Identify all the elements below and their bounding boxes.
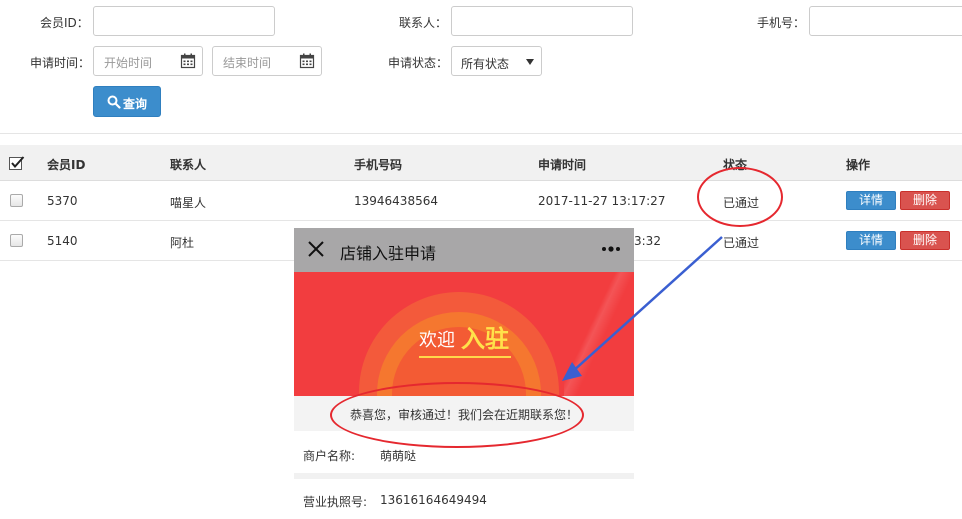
header-phone: 手机号码	[354, 158, 403, 172]
phone-input[interactable]	[809, 6, 962, 36]
select-all-checkbox[interactable]	[9, 156, 25, 171]
welcome-banner: 欢迎 入驻	[294, 272, 634, 396]
phone-label: 手机号：	[757, 16, 806, 30]
detail-button[interactable]: 详情	[846, 191, 896, 210]
header-member-id: 会员ID	[47, 158, 86, 172]
status-filter-label: 申请状态：	[388, 56, 449, 70]
delete-button[interactable]: 删除	[900, 191, 950, 210]
detail-button[interactable]: 详情	[846, 231, 896, 250]
end-date-placeholder: 结束时间	[223, 56, 272, 70]
cell-apply-time: 3:32	[634, 234, 661, 248]
banner-underline	[419, 356, 511, 358]
more-icon[interactable]	[601, 245, 621, 253]
start-date-placeholder: 开始时间	[104, 56, 153, 70]
cell-member-id: 5370	[47, 194, 78, 208]
chevron-down-icon	[526, 59, 534, 65]
phone-title-bar: 店铺入驻申请	[294, 228, 634, 272]
start-date-input[interactable]: 开始时间	[93, 46, 203, 76]
row-checkbox[interactable]	[10, 194, 23, 207]
search-icon	[107, 95, 121, 109]
cell-contact: 阿杜	[170, 236, 195, 250]
cell-phone: 13946438564	[354, 194, 438, 208]
status-highlight-ring	[697, 167, 783, 227]
phone-title: 店铺入驻申请	[340, 244, 437, 263]
license-value: 13616164649494	[380, 493, 487, 507]
apply-time-label: 申请时间：	[30, 56, 91, 70]
cell-member-id: 5140	[47, 234, 78, 248]
contact-label: 联系人：	[399, 16, 448, 30]
end-date-input[interactable]: 结束时间	[212, 46, 322, 76]
merchant-name-label: 商户名称:	[303, 449, 356, 463]
table-row: 5370 喵星人 13946438564 2017-11-27 13:17:27…	[0, 181, 962, 221]
phone-screenshot: 店铺入驻申请 欢迎 入驻 恭喜您，审核通过！我们会在近期联系您！ 商户名称: 萌…	[294, 228, 634, 519]
cell-contact: 喵星人	[170, 196, 207, 210]
row-checkbox[interactable]	[10, 234, 23, 247]
cell-status: 已通过	[723, 236, 760, 250]
row-separator	[294, 473, 634, 479]
contact-input[interactable]	[451, 6, 633, 36]
banner-welcome-text: 欢迎	[419, 330, 455, 351]
header-actions: 操作	[846, 158, 871, 172]
status-select[interactable]: 所有状态	[451, 46, 542, 76]
calendar-icon[interactable]	[180, 53, 196, 69]
delete-button[interactable]: 删除	[900, 231, 950, 250]
query-button-label: 查询	[123, 97, 148, 111]
banner-streak	[564, 272, 634, 396]
header-apply-time: 申请时间	[538, 158, 587, 172]
table-header: 会员ID 联系人 手机号码 申请时间 状态 操作	[0, 145, 962, 181]
query-button[interactable]: 查询	[93, 86, 161, 117]
banner-join-text: 入驻	[461, 325, 509, 353]
status-select-value: 所有状态	[461, 57, 510, 71]
member-id-input[interactable]	[93, 6, 275, 36]
filter-divider	[0, 133, 962, 134]
license-label: 营业执照号:	[303, 495, 368, 509]
header-contact: 联系人	[170, 158, 207, 172]
congrats-highlight-ring	[330, 382, 584, 448]
merchant-name-value: 萌萌哒	[380, 449, 417, 463]
cell-apply-time: 2017-11-27 13:17:27	[538, 194, 666, 208]
member-id-label: 会员ID：	[40, 16, 89, 30]
license-row: 营业执照号: 13616164649494	[294, 481, 634, 519]
calendar-icon[interactable]	[299, 53, 315, 69]
close-icon[interactable]	[307, 240, 325, 258]
